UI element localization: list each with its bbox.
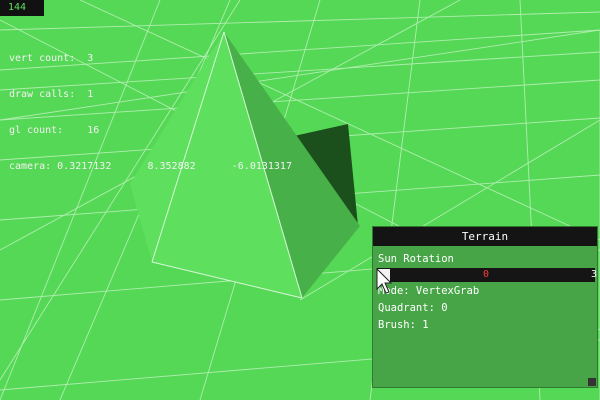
gl-count-label: gl count: 16 — [9, 125, 100, 136]
mode-label: Mode: VertexGrab — [378, 285, 480, 297]
camera-position-label: camera: 0.3217132 8.352882 -6.0131317 — [9, 161, 292, 172]
sun-rotation-label: Sun Rotation — [378, 253, 454, 265]
brush-label: Brush: 1 — [378, 319, 429, 331]
panel-title[interactable]: Terrain — [373, 227, 597, 246]
quadrant-label: Quadrant: 0 — [378, 302, 448, 314]
terrain-panel[interactable]: Terrain Sun Rotation 0 3 Mode: VertexGra… — [372, 226, 598, 388]
sun-rotation-slider[interactable]: 0 3 — [377, 268, 597, 282]
slider-max-value: 3 — [590, 269, 597, 280]
draw-calls-label: draw calls: 1 — [9, 89, 94, 100]
fps-counter: 144 — [0, 0, 44, 16]
mouse-cursor-icon — [376, 268, 392, 294]
vert-count-label: vert count: 3 — [9, 53, 94, 64]
resize-handle-icon[interactable] — [588, 378, 596, 386]
debug-stats: vert count: 3 draw calls: 1 gl count: 16… — [9, 29, 292, 185]
slider-value: 0 — [482, 269, 490, 280]
